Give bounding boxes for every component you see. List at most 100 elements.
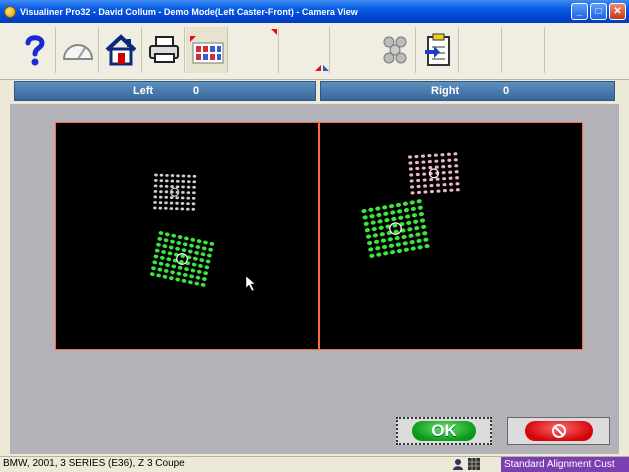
- target-dot: [388, 243, 395, 248]
- target-dot: [427, 154, 432, 158]
- target-dot: [363, 221, 369, 226]
- target-dot: [397, 209, 403, 214]
- target-dot: [448, 182, 453, 186]
- target-dot: [414, 225, 420, 231]
- target-dot: [435, 177, 440, 181]
- right-upper-target: [408, 152, 460, 195]
- target-dot: [175, 201, 179, 205]
- target-dot: [408, 167, 413, 171]
- target-dot: [189, 243, 194, 248]
- target-dot: [161, 250, 166, 254]
- target-dot: [186, 207, 190, 211]
- target-dot: [436, 183, 441, 187]
- target-dot: [158, 195, 163, 199]
- target-dot: [421, 160, 426, 164]
- target-dot: [395, 242, 401, 247]
- target-dot: [175, 207, 179, 211]
- home-button[interactable]: [100, 27, 142, 73]
- target-dot: [186, 185, 191, 189]
- target-dot: [410, 206, 416, 211]
- target-dot: [416, 178, 421, 183]
- target-dot: [164, 184, 169, 188]
- target-dot: [175, 185, 180, 189]
- target-dot: [166, 257, 172, 262]
- target-dot: [440, 159, 445, 163]
- target-dot: [201, 277, 207, 281]
- target-dot: [154, 248, 160, 253]
- clipboard-button[interactable]: [417, 27, 459, 73]
- toolbar-slot-3[interactable]: [460, 27, 502, 73]
- left-label: Left: [133, 85, 154, 97]
- target-dot: [368, 247, 374, 252]
- target-dot: [373, 239, 380, 244]
- target-dot: [414, 154, 419, 159]
- target-dot: [403, 208, 410, 213]
- target-dot: [153, 254, 159, 259]
- target-dot: [154, 179, 158, 182]
- target-dot: [171, 233, 177, 238]
- target-dot: [383, 251, 389, 256]
- window-title: Visualiner Pro32 - David Collum - Demo M…: [20, 6, 358, 17]
- right-lower-target: [361, 199, 430, 258]
- target-dot: [165, 263, 170, 267]
- minimize-button[interactable]: _: [571, 3, 588, 20]
- gauge-button[interactable]: [57, 27, 99, 73]
- target-dot: [455, 182, 460, 186]
- target-dot: [383, 211, 389, 216]
- target-dot: [152, 260, 158, 265]
- target-dot: [380, 238, 387, 243]
- target-dot: [365, 234, 372, 239]
- target-dot: [396, 248, 403, 254]
- target-dot: [442, 177, 447, 181]
- target-dot: [168, 276, 174, 281]
- camera-divider: [318, 122, 320, 350]
- target-dot: [186, 180, 191, 184]
- right-value: 0: [503, 85, 510, 97]
- maximize-button[interactable]: □: [590, 3, 607, 20]
- target-dot: [415, 172, 420, 177]
- sensor-cluster-icon: [383, 36, 406, 64]
- ok-button[interactable]: OK: [396, 417, 492, 445]
- target-dot: [381, 244, 388, 250]
- target-dot: [158, 206, 163, 210]
- close-button[interactable]: ✕: [609, 3, 626, 20]
- toolbar-slot-2[interactable]: [280, 27, 330, 73]
- target-dot: [177, 265, 183, 270]
- title-bar: Visualiner Pro32 - David Collum - Demo M…: [0, 0, 629, 23]
- target-dot: [416, 190, 421, 195]
- target-dot: [199, 258, 205, 263]
- camera-view-button[interactable]: [186, 27, 228, 73]
- speedometer-icon: [62, 44, 93, 60]
- target-dot: [364, 228, 370, 233]
- target-dot: [361, 208, 367, 214]
- target-dot: [163, 268, 169, 273]
- target-dot: [442, 189, 447, 193]
- target-dot: [191, 202, 196, 206]
- target-dot: [422, 172, 427, 176]
- user-icon: [453, 459, 463, 470]
- toolbar-slot-1[interactable]: [229, 27, 279, 73]
- alignment-mode: Standard Alignment Cust: [501, 457, 629, 472]
- target-dot: [422, 178, 427, 182]
- target-dot: [192, 174, 197, 178]
- target-dot: [408, 161, 413, 165]
- target-dot: [168, 245, 174, 250]
- target-dot: [194, 281, 200, 286]
- target-dot: [181, 248, 187, 253]
- target-dot: [176, 240, 182, 245]
- target-dot: [192, 185, 196, 189]
- target-dot: [180, 196, 185, 200]
- toolbar-slot-4[interactable]: [503, 27, 545, 73]
- target-dot: [200, 252, 206, 257]
- target-dot: [422, 231, 428, 236]
- sensors-button[interactable]: [374, 27, 416, 73]
- help-button[interactable]: [14, 27, 56, 73]
- target-dot: [175, 179, 180, 183]
- target-dot: [191, 262, 197, 267]
- target-dot: [196, 239, 202, 244]
- target-dot: [184, 267, 189, 272]
- target-dot: [182, 273, 188, 277]
- print-button[interactable]: [143, 27, 185, 73]
- cancel-button[interactable]: [507, 417, 610, 445]
- target-dot: [394, 236, 400, 241]
